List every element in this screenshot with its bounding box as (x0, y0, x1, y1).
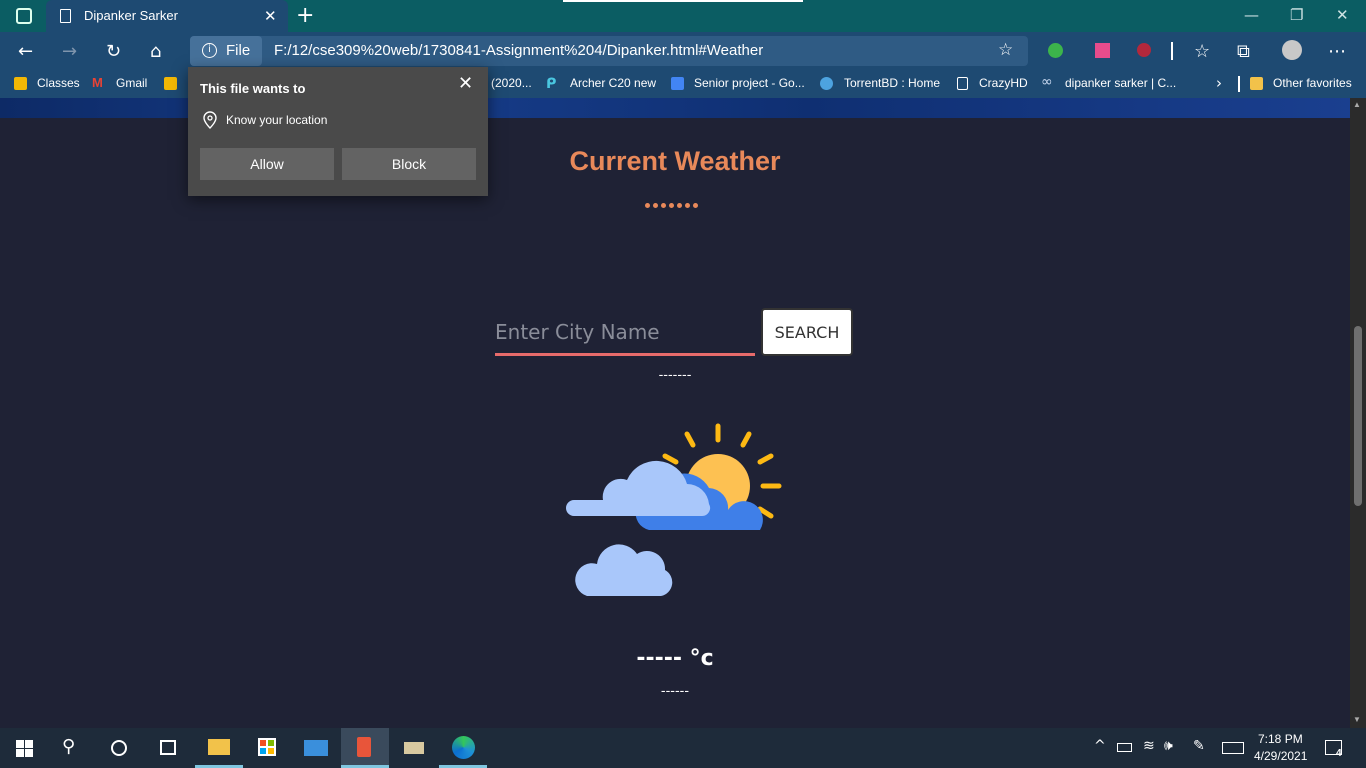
store-icon[interactable] (243, 728, 291, 768)
torrentbd-icon (820, 77, 833, 90)
scroll-down-icon[interactable]: ▼ (1353, 715, 1361, 724)
block-button[interactable]: Block (342, 148, 476, 180)
other-favorites[interactable]: Other favorites (1273, 76, 1352, 90)
clock-time[interactable]: 7:18 PM (1258, 732, 1303, 746)
extension-icon[interactable] (1137, 43, 1151, 57)
location-permission-popup: This file wants to ✕ Know your location … (188, 67, 488, 196)
clock-date[interactable]: 4/29/2021 (1254, 749, 1307, 763)
scroll-up-icon[interactable]: ▲ (1353, 100, 1361, 109)
windows-taskbar: ⚲ ^ ≋ 🕪 ✎ 7:18 PM 4/29/2021 4 (0, 728, 1366, 768)
mail-icon[interactable] (292, 728, 340, 768)
scrollbar-thumb[interactable] (1354, 326, 1362, 506)
popup-close-icon[interactable]: ✕ (458, 73, 473, 94)
city-name: ------- (658, 368, 692, 383)
favorite-item[interactable]: Classes (37, 76, 80, 90)
code-editor-icon[interactable] (341, 728, 389, 768)
docs-icon (671, 77, 684, 90)
collections-icon[interactable]: ⧉ (1237, 41, 1250, 62)
address-toolbar: ← → ↻ ⌂ i File F:/12/cse309%20web/173084… (0, 32, 1366, 70)
page-icon (60, 9, 71, 23)
minimize-icon[interactable]: — (1244, 6, 1259, 24)
browser-tab[interactable]: Dipanker Sarker ✕ (46, 0, 288, 32)
favorite-item[interactable]: (2020... (491, 76, 532, 90)
favorite-item[interactable]: Archer C20 new (570, 76, 656, 90)
windows-start-icon[interactable] (16, 740, 33, 757)
folder-icon (1250, 77, 1263, 90)
search-button[interactable]: SEARCH (761, 308, 853, 356)
allow-button[interactable]: Allow (200, 148, 334, 180)
toolbar-divider (1171, 42, 1173, 60)
popup-title: This file wants to (200, 81, 306, 96)
search-icon[interactable]: ⚲ (62, 736, 75, 757)
volume-icon[interactable]: 🕪 (1164, 738, 1173, 754)
temperature-value: ----- °c (636, 646, 714, 671)
keyboard-icon[interactable] (1222, 742, 1244, 754)
app-icon[interactable] (390, 728, 438, 768)
browser-titlebar: Dipanker Sarker ✕ + — ❐ ✕ (0, 0, 1366, 32)
file-explorer-icon[interactable] (195, 728, 243, 768)
restore-icon[interactable]: ❐ (1290, 6, 1303, 24)
favorite-item[interactable]: Gmail (116, 76, 147, 90)
page-icon (957, 77, 968, 90)
window-close-icon[interactable]: ✕ (1336, 6, 1349, 24)
permission-text: Know your location (226, 113, 328, 127)
tab-title: Dipanker Sarker (84, 8, 178, 23)
location-pin-icon (203, 111, 217, 129)
info-icon: i (202, 43, 217, 58)
pen-icon[interactable]: ✎ (1193, 738, 1205, 754)
workspaces-icon[interactable] (16, 8, 32, 24)
tplink-icon: ᑭ (546, 75, 557, 91)
partly-cloudy-icon (566, 423, 782, 596)
chevron-right-icon[interactable]: › (1216, 74, 1222, 92)
add-favorite-icon[interactable]: ☆ (998, 40, 1013, 60)
classroom-icon (164, 77, 177, 90)
address-bar[interactable]: i File F:/12/cse309%20web/1730841-Assign… (190, 36, 1028, 66)
refresh-icon[interactable]: ↻ (106, 41, 121, 62)
favorite-item[interactable]: TorrentBD : Home (844, 76, 940, 90)
favorite-item[interactable]: dipanker sarker | C... (1065, 76, 1176, 90)
city-search-input[interactable] (495, 310, 755, 356)
favbar-divider (1238, 76, 1240, 92)
more-icon[interactable]: ⋯ (1328, 41, 1346, 62)
site-info-button[interactable]: i File (190, 36, 262, 66)
title-divider-dots (645, 195, 701, 213)
favorites-icon[interactable]: ☆ (1194, 41, 1210, 62)
weather-condition: ------ (660, 684, 690, 699)
extension-icon[interactable] (1048, 43, 1063, 58)
page-scrollbar[interactable]: ▲ ▼ (1350, 98, 1366, 728)
battery-icon[interactable] (1117, 743, 1132, 752)
tab-close-icon[interactable]: ✕ (264, 7, 277, 25)
show-hidden-icons[interactable]: ^ (1094, 738, 1106, 754)
new-tab-icon[interactable]: + (296, 3, 314, 28)
extension-icon[interactable] (1095, 43, 1110, 58)
task-view-icon[interactable] (160, 740, 176, 755)
file-label: File (226, 42, 251, 59)
loading-bar (563, 0, 803, 2)
favorite-item[interactable]: Senior project - Go... (694, 76, 805, 90)
notification-count: 4 (1336, 748, 1342, 759)
back-icon[interactable]: ← (18, 41, 33, 62)
forward-icon[interactable]: → (62, 41, 77, 62)
cortana-icon[interactable] (111, 740, 127, 756)
classroom-icon (14, 77, 27, 90)
url-text[interactable]: F:/12/cse309%20web/1730841-Assignment%20… (274, 42, 763, 59)
profile-avatar[interactable] (1282, 40, 1302, 60)
edge-browser-icon[interactable] (439, 728, 487, 768)
wifi-icon[interactable]: ≋ (1143, 738, 1155, 754)
gmail-icon: M (92, 75, 103, 90)
home-icon[interactable]: ⌂ (150, 41, 161, 62)
link-icon: ∞ (1041, 74, 1053, 90)
favorite-item[interactable]: CrazyHD (979, 76, 1028, 90)
